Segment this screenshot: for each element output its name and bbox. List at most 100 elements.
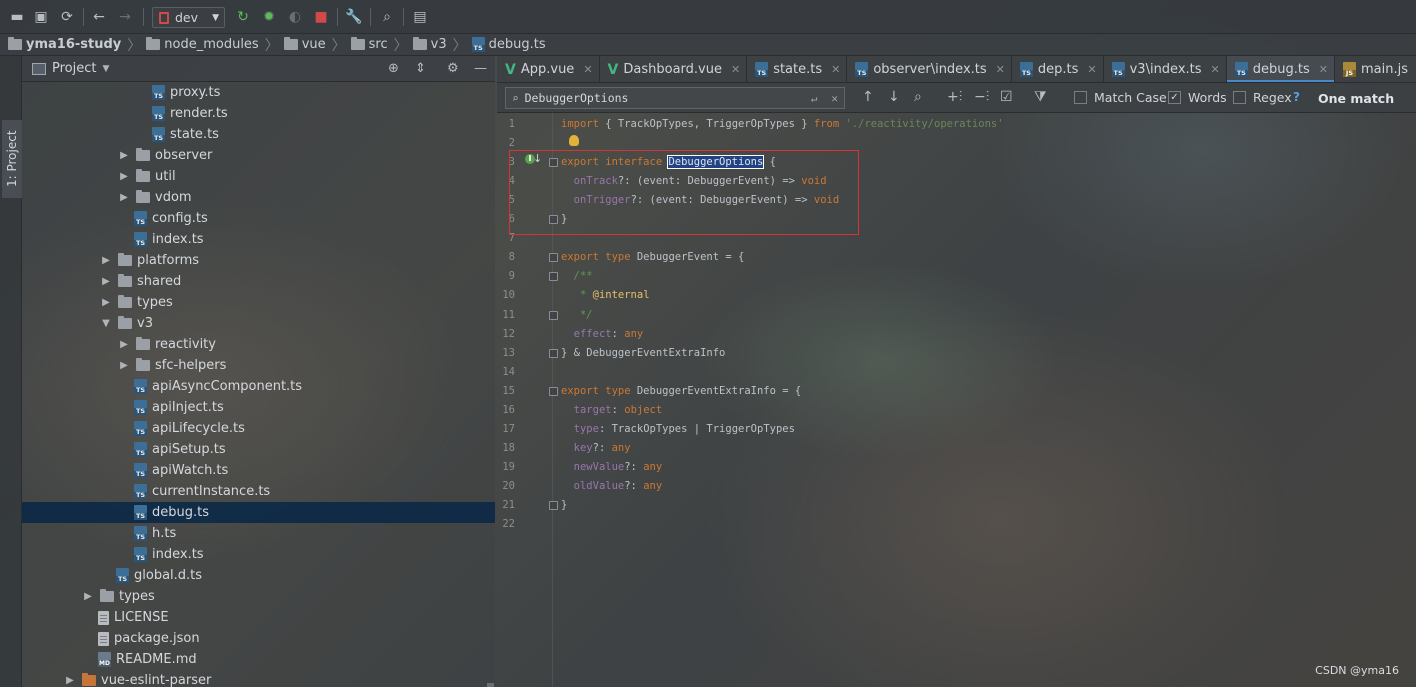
wrench-icon[interactable]: 🔧 [345,8,363,26]
words-checkbox[interactable]: ✓ Words [1168,90,1227,105]
tree-item[interactable]: ▶ sfc-helpers [22,355,495,376]
sync-icon[interactable]: ⟳ [58,8,76,26]
find-all-icon[interactable]: ⌕ [914,89,922,105]
expand-icon[interactable]: ▶ [118,360,130,371]
tree-item[interactable]: LICENSE [22,607,495,628]
tree-item[interactable]: TS apiWatch.ts [22,460,495,481]
open-folder-icon[interactable]: ▬ [8,8,26,26]
project-panel-title[interactable]: Project [52,61,96,76]
fold-marker-icon[interactable] [549,253,558,263]
previous-occurrence-icon[interactable]: ↑ [862,89,874,105]
expand-icon[interactable]: ▶ [118,339,130,350]
project-scrollbar[interactable] [486,56,495,687]
project-tool-button[interactable]: 1: Project [2,120,22,198]
fold-marker-icon[interactable] [549,272,558,282]
tree-item[interactable]: TS currentInstance.ts [22,481,495,502]
expand-icon[interactable]: ▶ [82,591,94,602]
remove-occurrence-icon[interactable]: −⫶ [974,89,989,105]
clear-icon[interactable]: ✕ [831,92,838,105]
tree-item[interactable]: TS global.d.ts [22,565,495,586]
coverage-icon[interactable]: ◐ [286,8,304,26]
tree-item[interactable]: ▼ v3 [22,313,495,334]
locate-icon[interactable]: ⊕ [388,61,399,76]
newline-icon[interactable]: ↵ [811,92,818,105]
tree-item[interactable]: ▶ platforms [22,250,495,271]
expand-icon[interactable]: ▶ [118,171,130,182]
tree-item[interactable]: ▶ vue-eslint-parser [22,670,495,687]
run-config-select[interactable]: dev ▼ [152,7,225,28]
expand-icon[interactable]: ▶ [64,675,76,686]
close-icon[interactable]: ✕ [1319,63,1328,76]
tree-item[interactable]: ▶ reactivity [22,334,495,355]
tree-item[interactable]: TS index.ts [22,229,495,250]
tree-item[interactable]: TS apiSetup.ts [22,439,495,460]
forward-icon[interactable]: → [116,8,134,26]
regex-checkbox[interactable]: Regex [1233,90,1292,105]
terminal-icon[interactable]: ▤ [411,8,429,26]
tree-item[interactable]: TS apiInject.ts [22,397,495,418]
tree-item[interactable]: TS state.ts [22,124,495,145]
editor-tab[interactable]: JSmain.js✕ [1335,56,1416,82]
breadcrumb-item[interactable]: node_modules [146,37,259,52]
rerun-icon[interactable]: ↻ [234,8,252,26]
search-input[interactable]: ⌕ DebuggerOptions ↵ ✕ [505,87,845,109]
editor-tab[interactable]: TS observer\index.ts ✕ [847,56,1012,82]
chevron-down-icon[interactable]: ▼ [102,64,109,74]
close-icon[interactable]: ✕ [731,63,740,76]
editor-tab[interactable]: TS debug.ts ✕ [1226,56,1335,82]
stop-icon[interactable]: ■ [312,8,330,26]
save-icon[interactable]: ▣ [32,8,50,26]
lightbulb-icon[interactable] [569,135,579,146]
fold-marker-icon[interactable] [549,386,558,396]
tree-item[interactable]: TS apiAsyncComponent.ts [22,376,495,397]
expand-icon[interactable]: ▶ [100,255,112,266]
filter-icon[interactable]: ⧩ [1034,89,1047,105]
tree-item[interactable]: ▶ shared [22,271,495,292]
tree-item[interactable]: TS proxy.ts [22,82,495,103]
match-case-checkbox[interactable]: Match Case [1074,90,1167,105]
tree-item[interactable]: TS index.ts [22,544,495,565]
tree-item[interactable]: MD README.md [22,649,495,670]
close-icon[interactable]: ✕ [1087,63,1096,76]
fold-marker-icon[interactable] [549,310,558,320]
add-occurrence-icon[interactable]: +⫶ [947,89,962,105]
back-icon[interactable]: ← [90,8,108,26]
tree-item[interactable]: ▶ types [22,586,495,607]
tree-item[interactable]: ▶ util [22,166,495,187]
editor-tab[interactable]: V Dashboard.vue ✕ [600,56,748,82]
tree-item[interactable]: TS h.ts [22,523,495,544]
tree-item[interactable]: TS render.ts [22,103,495,124]
tree-item[interactable]: ▶ observer [22,145,495,166]
breadcrumb-item[interactable]: TS debug.ts [471,37,546,52]
tree-item[interactable]: package.json [22,628,495,649]
breadcrumb-item[interactable]: yma16-study [8,37,121,52]
expand-icon[interactable]: ▶ [118,150,130,161]
collapse-all-icon[interactable]: ⇕ [415,61,426,76]
tree-item[interactable]: ▶ vdom [22,187,495,208]
tree-item[interactable]: TS apiLifecycle.ts [22,418,495,439]
tree-item[interactable]: ▶ types [22,292,495,313]
tree-item[interactable]: TS debug.ts [22,502,495,523]
breadcrumb-item[interactable]: v3 [412,37,447,52]
breadcrumb-item[interactable]: vue [283,37,326,52]
tree-item[interactable]: TS config.ts [22,208,495,229]
editor-tab[interactable]: TS dep.ts ✕ [1012,56,1104,82]
regex-help-icon[interactable]: ? [1293,90,1300,104]
close-icon[interactable]: ✕ [996,63,1005,76]
debug-icon[interactable]: ✹ [260,8,278,26]
fold-marker-icon[interactable] [549,501,558,510]
next-occurrence-icon[interactable]: ↓ [888,89,900,105]
breadcrumb-item[interactable]: src [350,37,388,52]
expand-icon[interactable]: ▶ [118,192,130,203]
fold-marker-icon[interactable] [549,348,558,358]
expand-icon[interactable]: ▶ [100,276,112,287]
editor-tab[interactable]: TS state.ts ✕ [747,56,848,82]
expand-open-icon[interactable]: ▼ [100,318,112,329]
close-icon[interactable]: ✕ [1211,63,1220,76]
close-icon[interactable]: ✕ [583,63,592,76]
close-icon[interactable]: ✕ [831,63,840,76]
editor-tab[interactable]: V App.vue ✕ [497,56,600,82]
select-all-occurrences-icon[interactable]: ☑ [1000,89,1013,105]
editor-tab[interactable]: TS v3\index.ts ✕ [1104,56,1227,82]
search-icon[interactable]: ⌕ [378,8,396,26]
